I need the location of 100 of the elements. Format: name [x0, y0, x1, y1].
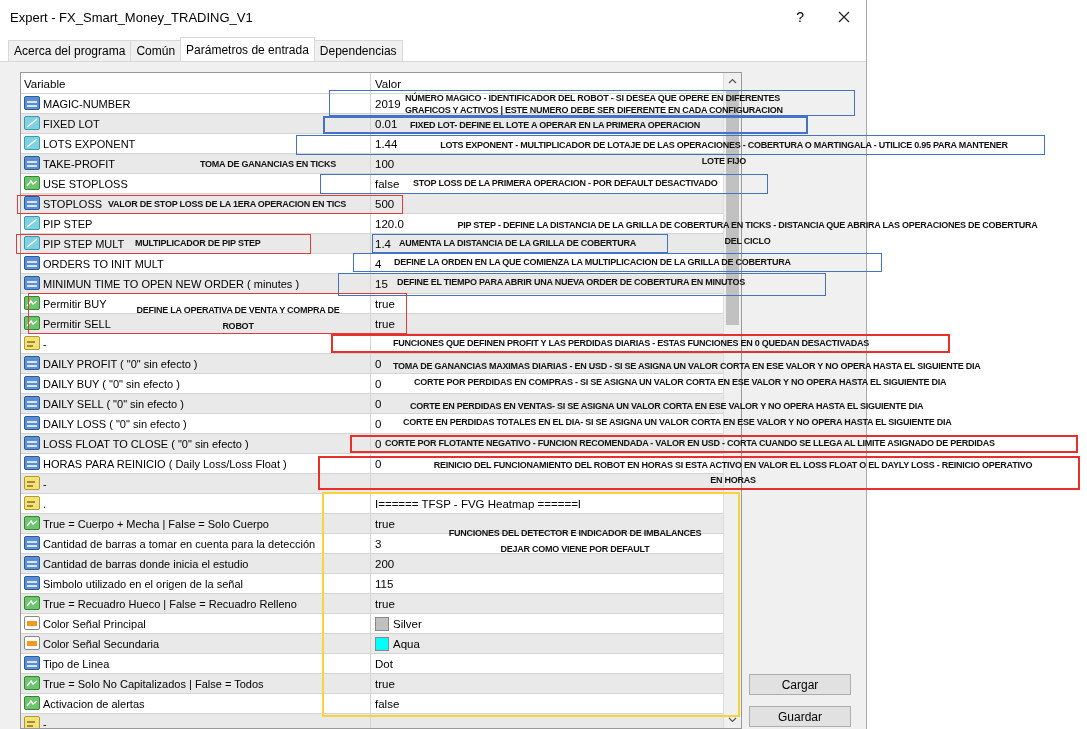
toggle-icon: [24, 596, 40, 611]
parameter-value: false: [375, 697, 400, 710]
parameter-value: 500: [375, 197, 395, 210]
parameter-name: Activacion de alertas: [43, 697, 145, 710]
parameter-value: true: [375, 517, 395, 530]
annotation-text: FIXED LOT- DEFINE EL LOTE A OPERAR EN LA PRIMERA OPERACION: [410, 119, 701, 132]
parameter-name: DAILY PROFIT ( "0" sin efecto ): [43, 357, 198, 370]
scroll-down-icon[interactable]: [728, 717, 737, 723]
parameter-value: 0.01: [375, 117, 398, 130]
parameter-value: Dot: [375, 657, 393, 670]
parameter-name: FIXED LOT: [43, 117, 100, 130]
annotation-text: MULTIPLICADOR DE PIP STEP: [135, 237, 261, 250]
parameter-name: TAKE-PROFIT: [43, 157, 115, 170]
parameter-name: Cantidad de barras a tomar en cuenta para la detección: [43, 537, 316, 550]
type-icon: [24, 556, 40, 571]
parameter-name: PIP STEP: [43, 217, 93, 230]
annotation-text: CORTE POR PERDIDAS EN COMPRAS - SI SE ASIGNA UN VALOR CORTA EN ESE VALOR Y NO OPERA HASTA EL SIGUIENTE DIA: [414, 376, 947, 389]
parameter-value: Silver: [393, 617, 422, 630]
palette-icon: [24, 636, 40, 651]
scroll-up-icon[interactable]: [728, 78, 737, 84]
annotation-text: CORTE EN PERDIDAS TOTALES EN EL DIA- SI SE ASIGNA UN VALOR CORTA EN ESE VALOR Y NO OPERA HASTA EL SIGUIENTE DIA: [403, 416, 952, 429]
parameter-value: 4: [375, 257, 382, 270]
parameter-name: Permitir SELL: [43, 317, 111, 330]
annotation-text: VALOR DE STOP LOSS DE LA 1ERA OPERACION EN TICS: [108, 198, 347, 211]
parameter-name: ORDERS TO INIT MULT: [43, 257, 164, 270]
annotation-text: AUMENTA LA DISTANCIA DE LA GRILLA DE COBERTURA: [399, 237, 636, 250]
parameter-name: DAILY LOSS ( "0" sin efecto ): [43, 417, 187, 430]
palette-icon: [24, 616, 40, 631]
parameter-name: STOPLOSS: [43, 197, 103, 210]
parameter-name: Permitir BUY: [43, 297, 107, 310]
annotation-text: LOTE FIJO: [701, 155, 747, 168]
parameter-value: 0: [375, 417, 382, 430]
type-icon: [24, 716, 40, 728]
parameter-value: 15: [375, 277, 388, 290]
column-header: Valor: [375, 78, 401, 90]
type-icon: [24, 256, 40, 271]
tab[interactable]: Dependencias: [313, 40, 403, 61]
dialog-button[interactable]: Guardar: [749, 706, 851, 727]
parameter-value: 0: [375, 397, 382, 410]
parameter-value: 0: [375, 357, 382, 370]
annotation-text: EN HORAS: [710, 474, 756, 487]
column-header: Variable: [24, 78, 66, 90]
parameter-value: 3: [375, 537, 382, 550]
dialog-button[interactable]: Cargar: [749, 674, 851, 695]
parameter-value: true: [375, 677, 395, 690]
parameter-value: 0: [375, 377, 382, 390]
annotation-text: CORTE POR FLOTANTE NEGATIVO - FUNCION RECOMENDADA - VALOR EN USD - CORTA CUANDO SE LLEGA AL LIMITE ASIGNADO DE PERDIDAS: [385, 437, 995, 450]
parameter-name: USE STOPLOSS: [43, 177, 128, 190]
parameter-name: .: [43, 497, 47, 510]
parameter-name: -: [43, 717, 47, 728]
toggle-icon: [24, 696, 40, 711]
parameter-name: DAILY SELL ( "0" sin efecto ): [43, 397, 184, 410]
tab[interactable]: Común: [130, 40, 182, 61]
annotation-text: REINICIO DEL FUNCIONAMIENTO DEL ROBOT EN HORAS SI ESTA ACTIVO EN VALOR EL LOSS FLOAT O EL DAYLY LOSS - REINICIO OPERATIVO: [433, 459, 1033, 472]
annotation-text: LOTS EXPONENT - MULTIPLICADOR DE LOTAJE DE LAS OPERACIONES - COBERTURA O MARTINGALA - UTILICE 0.95 PARA MANTENER: [440, 139, 1008, 152]
parameter-name: -: [43, 337, 47, 350]
parameter-name: Tipo de Linea: [43, 657, 110, 670]
annotation-text: DEFINE LA ORDEN EN LA QUE COMIENZA LA MULTIPLICACION DE LA GRILLA DE COBERTURA: [394, 256, 791, 269]
parameter-value: 200: [375, 557, 395, 570]
annotation-text: FUNCIONES DEL DETECTOR E INDICADOR DE IMBALANCES: [448, 527, 702, 540]
parameter-name: LOSS FLOAT TO CLOSE ( "0" sin efecto ): [43, 437, 249, 450]
type-icon: [24, 236, 40, 251]
toggle-icon: [24, 516, 40, 531]
type-icon: [24, 476, 40, 491]
type-icon: [24, 576, 40, 591]
parameter-value: 120.0: [375, 217, 404, 230]
help-button[interactable]: ?: [796, 9, 804, 25]
parameter-name: LOTS EXPONENT: [43, 137, 136, 150]
parameter-value: 0: [375, 457, 382, 470]
parameter-name: Cantidad de barras donde inicia el estudio: [43, 557, 249, 570]
toggle-icon: [24, 676, 40, 691]
window-title: Expert - FX_Smart_Money_TRADING_V1: [10, 9, 254, 25]
annotation-text: NÚMERO MAGICO - IDENTIFICADOR DEL ROBOT - SI DESEA QUE OPERE EN DIFERENTES: [405, 92, 781, 104]
annotation-text: CORTE EN PERDIDAS EN VENTAS- SI SE ASIGNA UN VALOR CORTA EN ESE VALOR Y NO OPERA HASTA EL SIGUIENTE DIA: [410, 400, 924, 413]
annotation-text: DEL CICLO: [724, 235, 771, 248]
annotation-text: PIP STEP - DEFINE LA DISTANCIA DE LA GRILLA DE COBERTURA EN TICKS - DISTANCIA QUE ABRIRA LAS OPERACIONES DE COBERTURA: [457, 219, 1038, 232]
parameter-name: HORAS PARA REINICIO ( Daily Loss/Loss Float ): [43, 457, 287, 470]
parameter-name: -: [43, 477, 47, 490]
annotation-text: FUNCIONES QUE DEFINEN PROFIT Y LAS PERDIDAS DIARIAS - ESTAS FUNCIONES EN 0 QUEDAN DESACTIVADAS: [393, 337, 869, 350]
parameter-value: Aqua: [393, 637, 420, 650]
tab[interactable]: Acerca del programa: [8, 40, 132, 61]
parameter-value: 2019: [375, 97, 401, 110]
parameter-value: I====== TFSP - FVG Heatmap ======I: [375, 497, 582, 510]
annotation-text: GRAFICOS Y ACTIVOS | ESTE NUMERO DEBE SER DIFERENTE EN CADA CONFIGURACION: [405, 104, 783, 116]
parameter-name: True = Solo No Capitalizados | False = Todos: [43, 677, 264, 690]
annotation-text: ROBOT: [222, 320, 254, 333]
type-icon: [24, 356, 40, 371]
annotation-text: DEFINE LA OPERATIVA DE VENTA Y COMPRA DE: [136, 304, 340, 317]
type-icon: [24, 276, 40, 291]
type-icon: [24, 136, 40, 151]
close-icon[interactable]: [838, 11, 850, 23]
parameter-name: PIP STEP MULT: [43, 237, 125, 250]
annotation-text: DEJAR COMO VIENE POR DEFAULT: [500, 543, 650, 556]
parameter-value: 100: [375, 157, 395, 170]
annotation-text: TOMA DE GANANCIAS EN TICKS: [200, 158, 336, 171]
type-icon: [24, 196, 40, 211]
annotation-text: STOP LOSS DE LA PRIMERA OPERACION - POR DEFAULT DESACTIVADO: [413, 177, 718, 190]
parameter-value: 0: [375, 437, 382, 450]
parameter-name: True = Cuerpo + Mecha | False = Solo Cuerpo: [43, 517, 269, 530]
parameter-value: 1.4: [375, 237, 391, 250]
